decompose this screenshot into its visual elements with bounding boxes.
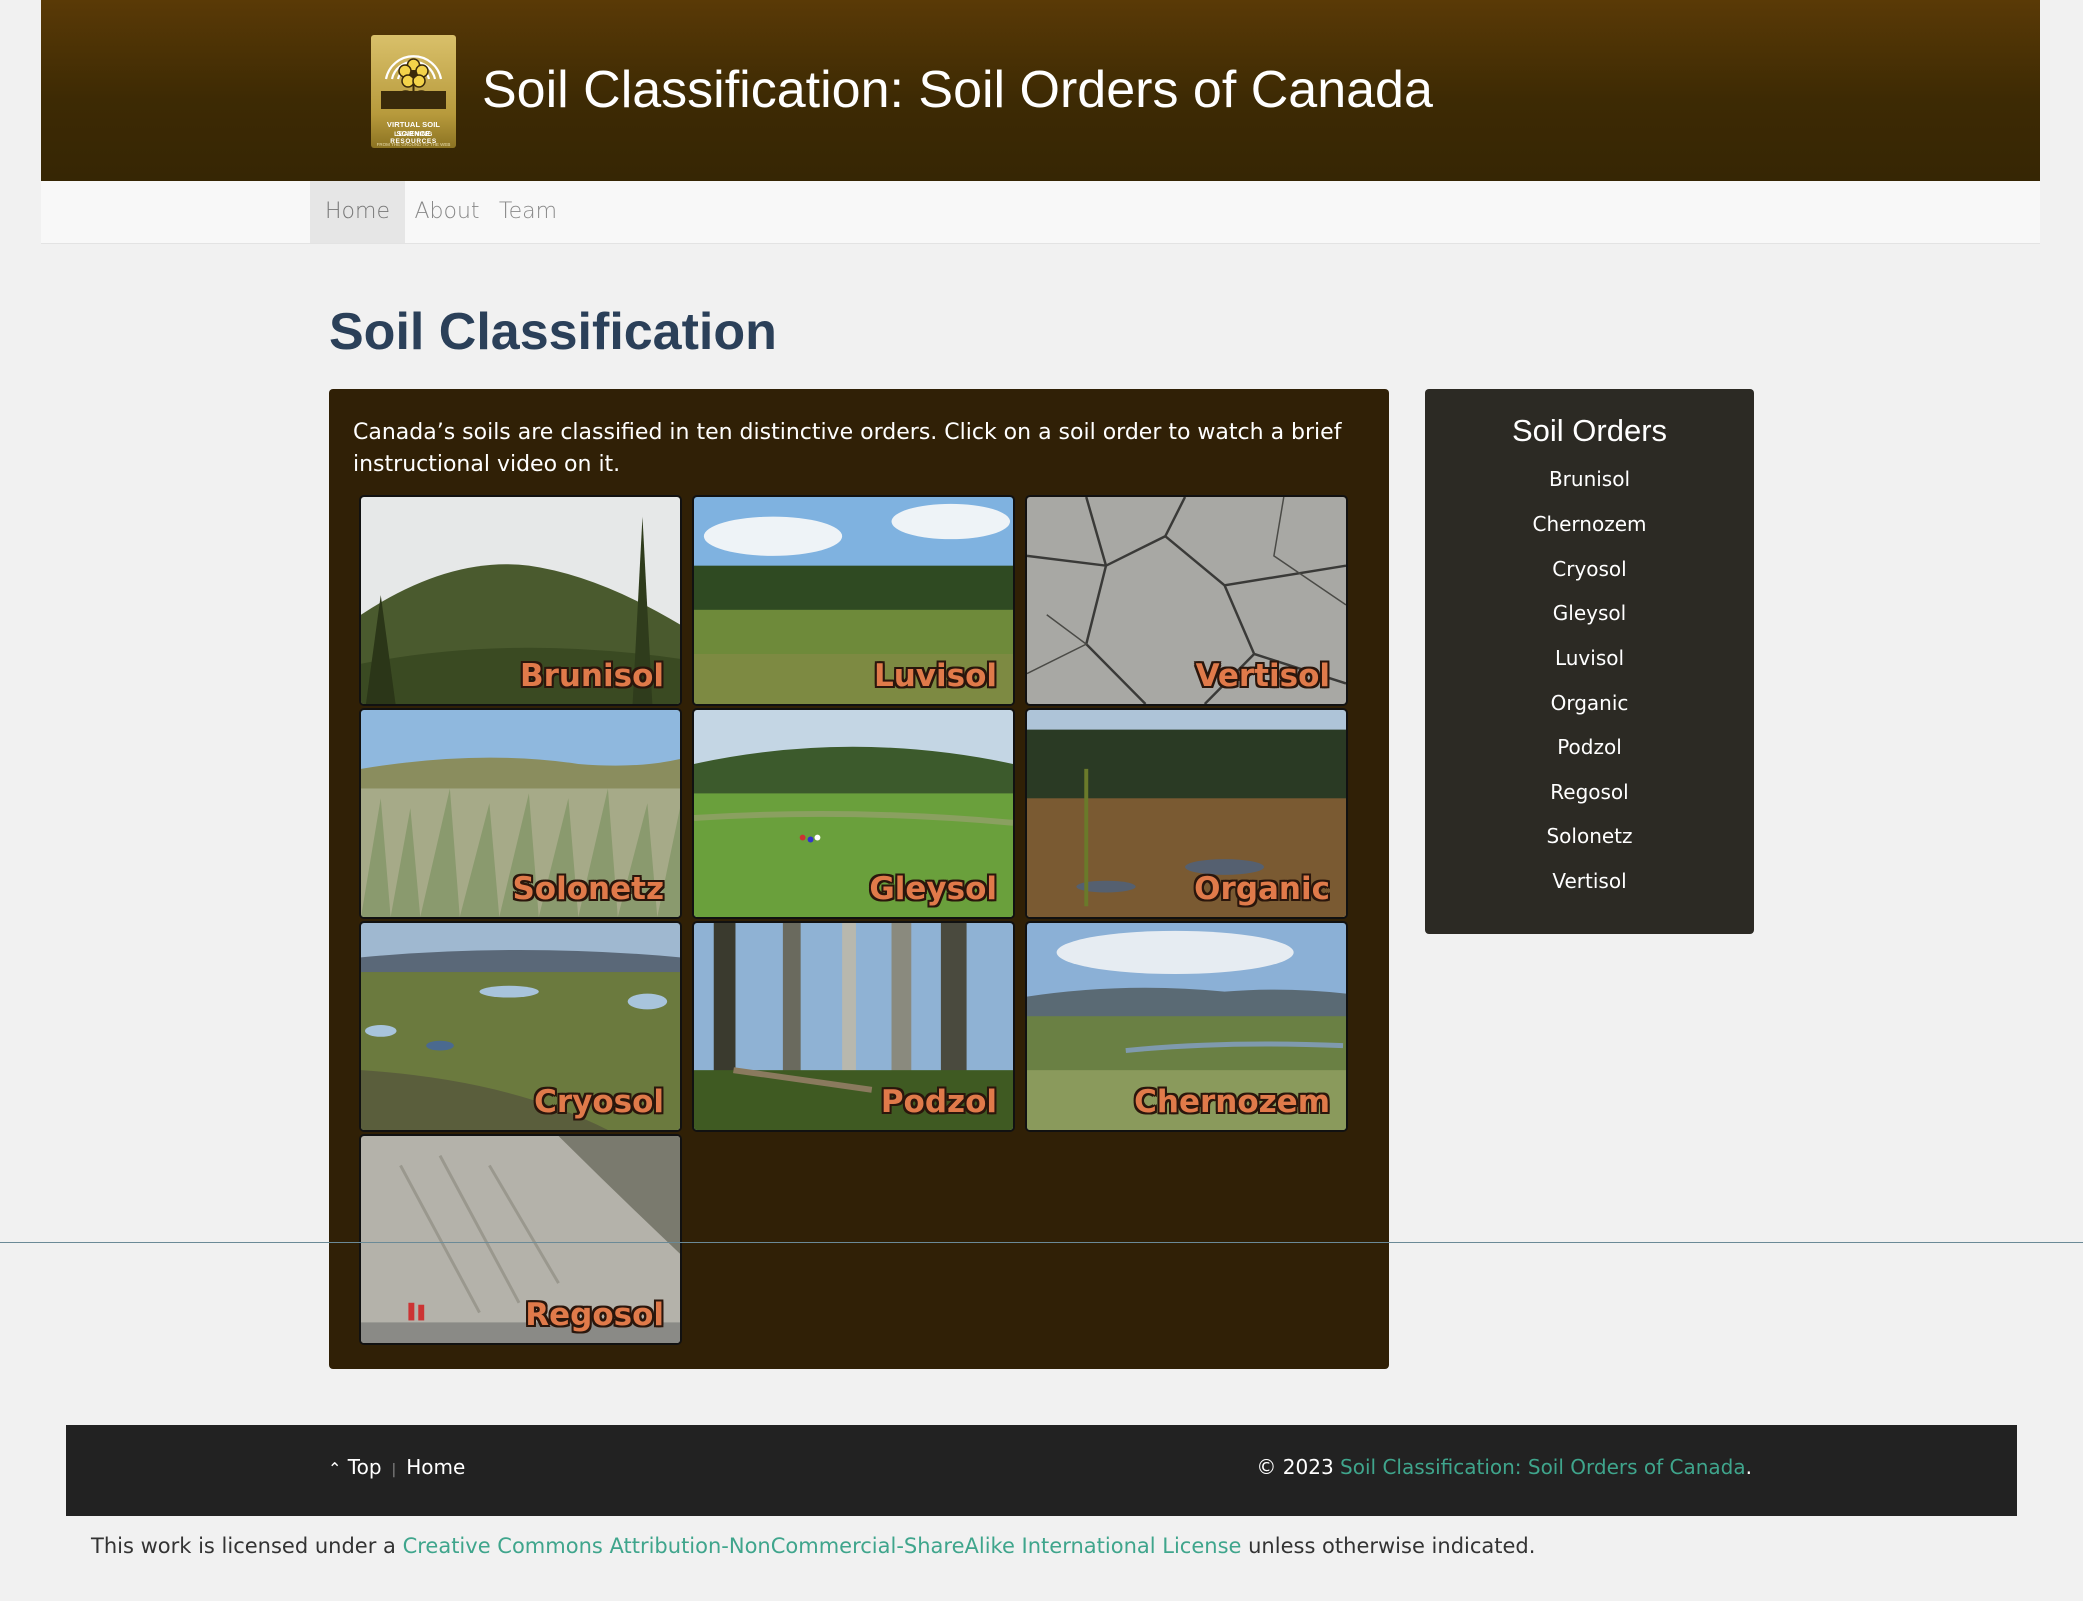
horizontal-divider (0, 1242, 2083, 1243)
tile-label: Podzol (880, 1084, 997, 1120)
tile-regosol[interactable]: Regosol (359, 1134, 682, 1345)
tile-vertisol[interactable]: Vertisol (1025, 495, 1348, 706)
nav-home[interactable]: Home (310, 181, 405, 243)
license-notice: This work is licensed under a Creative C… (91, 1534, 1535, 1558)
footer-home-link[interactable]: Home (406, 1455, 465, 1479)
flower-logo-icon (381, 55, 446, 109)
separator: | (391, 1462, 397, 1478)
tile-podzol[interactable]: Podzol (692, 921, 1015, 1132)
tile-label: Vertisol (1195, 658, 1330, 694)
sidebar-item-cryosol[interactable]: Cryosol (1425, 557, 1754, 581)
tile-label: Gleysol (869, 871, 997, 907)
site-header: VIRTUAL SOIL SCIENCE LEARNING RESOURCES … (41, 0, 2040, 181)
top-label: Top (347, 1455, 382, 1479)
intro-text: Canada’s soils are classified in ten dis… (353, 420, 1342, 477)
tile-chernozem[interactable]: Chernozem (1025, 921, 1348, 1132)
license-prefix: This work is licensed under a (91, 1534, 396, 1558)
tile-brunisol[interactable]: Brunisol (359, 495, 682, 706)
main-navbar: Home About Team (41, 181, 2040, 244)
sidebar-item-brunisol[interactable]: Brunisol (1425, 467, 1754, 491)
site-footer: ⌃ Top | Home © 2023 Soil Classification: S… (66, 1425, 2017, 1516)
footer-site-link[interactable]: Soil Classification: Soil Orders of Cana… (1340, 1455, 1746, 1479)
copyright-text: © 2023 (1256, 1455, 1334, 1479)
nav-about[interactable]: About (411, 181, 483, 243)
license-link[interactable]: Creative Commons Attribution-NonCommerci… (403, 1534, 1242, 1558)
sidebar-item-regosol[interactable]: Regosol (1425, 780, 1754, 804)
sidebar-item-organic[interactable]: Organic (1425, 691, 1754, 715)
site-logo[interactable]: VIRTUAL SOIL SCIENCE LEARNING RESOURCES … (371, 35, 456, 148)
site-title[interactable]: Soil Classification: Soil Orders of Cana… (482, 60, 1433, 120)
soil-orders-sidebar: Soil Orders Brunisol Chernozem Cryosol G… (1425, 389, 1754, 934)
sidebar-item-vertisol[interactable]: Vertisol (1425, 869, 1754, 893)
top-link[interactable]: ⌃ Top (328, 1455, 382, 1479)
tile-organic[interactable]: Organic (1025, 708, 1348, 919)
copyright-period: . (1745, 1455, 1752, 1479)
tile-label: Cryosol (534, 1084, 664, 1120)
logo-text-line3: FROM THE GROUND TO THE WEB (376, 142, 451, 147)
tile-gleysol[interactable]: Gleysol (692, 708, 1015, 919)
page-title: Soil Classification (329, 303, 777, 361)
footer-nav: ⌃ Top | Home (328, 1455, 465, 1479)
sidebar-item-chernozem[interactable]: Chernozem (1425, 512, 1754, 536)
sidebar-item-solonetz[interactable]: Solonetz (1425, 824, 1754, 848)
chevron-up-icon: ⌃ (328, 1459, 342, 1478)
footer-copyright: © 2023 Soil Classification: Soil Orders … (1256, 1455, 1752, 1479)
sidebar-item-podzol[interactable]: Podzol (1425, 735, 1754, 759)
nav-team[interactable]: Team (493, 181, 563, 243)
tile-label: Solonetz (512, 871, 664, 907)
tile-solonetz[interactable]: Solonetz (359, 708, 682, 919)
sidebar-title: Soil Orders (1511, 413, 1668, 448)
tile-label: Regosol (525, 1297, 664, 1333)
tile-cryosol[interactable]: Cryosol (359, 921, 682, 1132)
tile-label: Brunisol (519, 658, 664, 694)
soil-orders-gallery-panel: Canada’s soils are classified in ten dis… (329, 389, 1389, 1369)
license-suffix: unless otherwise indicated. (1248, 1534, 1536, 1558)
tile-label: Chernozem (1134, 1084, 1330, 1120)
tile-label: Organic (1194, 871, 1330, 907)
sidebar-item-luvisol[interactable]: Luvisol (1425, 646, 1754, 670)
tile-label: Luvisol (873, 658, 997, 694)
tile-luvisol[interactable]: Luvisol (692, 495, 1015, 706)
sidebar-item-gleysol[interactable]: Gleysol (1425, 601, 1754, 625)
